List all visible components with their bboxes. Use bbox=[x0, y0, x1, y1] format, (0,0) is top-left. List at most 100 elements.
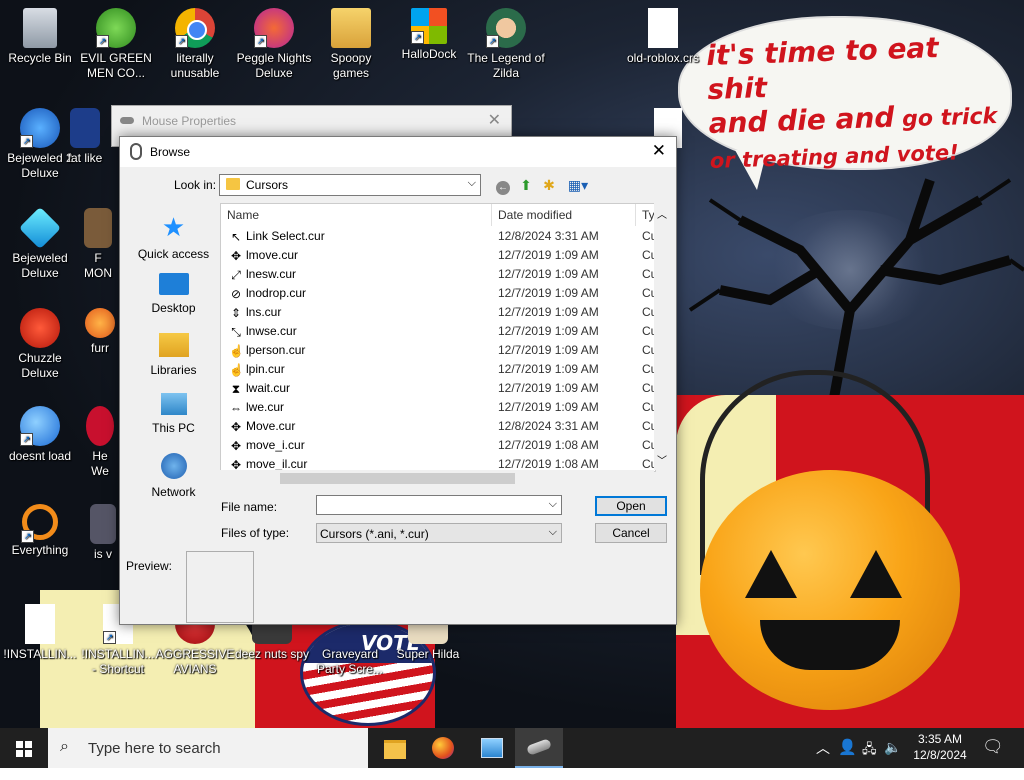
bubble-line-2-small: go trick bbox=[894, 103, 998, 133]
column-separator[interactable] bbox=[635, 204, 636, 226]
notifications-icon[interactable]: 🗨 bbox=[982, 737, 1004, 777]
folder-icon bbox=[226, 178, 240, 190]
column-separator[interactable] bbox=[491, 204, 492, 226]
preview-label: Preview: bbox=[126, 559, 173, 573]
scroll-up-icon[interactable]: ︿ bbox=[657, 206, 667, 221]
cursor-file-icon: ⇕ bbox=[230, 306, 242, 320]
volume-icon[interactable]: 🔈 bbox=[884, 739, 901, 779]
desktop-icon-he-we[interactable]: He We bbox=[82, 406, 118, 479]
place-network[interactable]: Network bbox=[127, 453, 220, 499]
title-bar[interactable]: Browse ✕ bbox=[120, 137, 676, 167]
desktop-icon-recycle-bin[interactable]: Recycle Bin bbox=[0, 8, 80, 66]
start-button[interactable] bbox=[0, 728, 48, 768]
desktop-icon-furr[interactable]: furr bbox=[80, 308, 120, 356]
file-date: 12/7/2019 1:09 AM bbox=[498, 343, 599, 357]
pumpkin-left-eye bbox=[745, 550, 797, 598]
file-row[interactable]: ⇕ lns.cur 12/7/2019 1:09 AM Cu bbox=[221, 303, 655, 322]
file-row[interactable]: ✥ move_i.cur 12/7/2019 1:08 AM Cu bbox=[221, 436, 655, 455]
horizontal-scrollbar[interactable] bbox=[220, 470, 654, 487]
desktop-icon-label: The Legend of Zilda bbox=[467, 51, 545, 80]
desktop-icon-hallodock[interactable]: ↗ HalloDock bbox=[389, 8, 469, 62]
desktop-icon-chuzzle[interactable]: Chuzzle Deluxe bbox=[0, 308, 80, 381]
show-hidden-icons-button[interactable]: ︿ bbox=[816, 738, 830, 778]
column-header-type[interactable]: Ty bbox=[642, 204, 655, 226]
desktop-icon-chrome[interactable]: ↗ literally unusable bbox=[155, 8, 235, 81]
desktop-icon-label: Spoopy games bbox=[330, 51, 372, 80]
scrollbar-thumb[interactable] bbox=[280, 473, 515, 484]
column-header-date[interactable]: Date modified bbox=[498, 204, 572, 226]
desktop-icon-is-v[interactable]: is v bbox=[86, 504, 120, 562]
file-name-input[interactable] bbox=[320, 497, 556, 515]
firefox-icon bbox=[85, 308, 115, 338]
close-button[interactable]: ✕ bbox=[652, 141, 666, 161]
desktop-icon-doesnt-load[interactable]: ↗ doesnt load bbox=[0, 406, 80, 464]
open-button[interactable]: Open bbox=[595, 496, 667, 516]
place-quick-access[interactable]: ★ Quick access bbox=[127, 213, 220, 261]
up-folder-button[interactable]: ⬆ bbox=[518, 177, 534, 193]
file-name: lnwse.cur bbox=[246, 324, 297, 338]
close-button[interactable]: ✕ bbox=[488, 110, 501, 130]
vertical-scrollbar[interactable]: ︿ ﹀ bbox=[654, 203, 671, 470]
file-date: 12/8/2024 3:31 AM bbox=[498, 419, 599, 433]
file-name-field[interactable]: ⌵ bbox=[316, 495, 562, 515]
dialog-title: Browse bbox=[150, 145, 191, 159]
desktop-icon-peggle[interactable]: ↗ Peggle Nights Deluxe bbox=[234, 8, 314, 81]
place-desktop[interactable]: Desktop bbox=[127, 273, 220, 315]
jack-o-lantern bbox=[700, 470, 960, 710]
taskbar-search-box[interactable]: ⌕ Type here to search bbox=[48, 728, 368, 768]
desktop-icon-label: is v bbox=[94, 547, 112, 561]
file-row[interactable]: ⊘ lnodrop.cur 12/7/2019 1:09 AM Cu bbox=[221, 284, 655, 303]
cancel-button[interactable]: Cancel bbox=[595, 523, 667, 543]
desktop-icon-label: literally unusable bbox=[170, 51, 220, 80]
file-name: lnesw.cur bbox=[246, 267, 297, 281]
file-row[interactable]: ↖ Link Select.cur 12/8/2024 3:31 AM Cu bbox=[221, 227, 655, 246]
taskbar-firefox[interactable] bbox=[419, 728, 467, 768]
desktop-icon-old-roblox[interactable]: old-roblox.crs bbox=[623, 8, 703, 66]
character-icon: ↗ bbox=[486, 8, 526, 48]
desktop-icon-zilda[interactable]: ↗ The Legend of Zilda bbox=[466, 8, 546, 81]
new-folder-button[interactable]: ✱ bbox=[541, 177, 557, 193]
desktop-icon-fat-like[interactable]: fat like bbox=[60, 108, 110, 166]
column-header-name[interactable]: Name bbox=[227, 204, 259, 226]
file-date: 12/7/2019 1:09 AM bbox=[498, 362, 599, 376]
tray-user-icon[interactable]: 👤 bbox=[838, 738, 857, 778]
back-button[interactable]: ← bbox=[495, 177, 511, 195]
desktop-icon-label: Bejeweled Deluxe bbox=[12, 251, 68, 280]
place-this-pc[interactable]: This PC bbox=[127, 393, 220, 435]
file-row[interactable]: ☝ lpin.cur 12/7/2019 1:09 AM Cu bbox=[221, 360, 655, 379]
desktop-icon-installing[interactable]: !INSTALLIN... bbox=[0, 604, 80, 662]
clock[interactable]: 3:35 AM 12/8/2024 bbox=[905, 731, 975, 763]
places-bar: ★ Quick access Desktop Libraries This PC… bbox=[127, 203, 220, 499]
desktop-icon-bejeweled[interactable]: Bejeweled Deluxe bbox=[0, 206, 80, 281]
network-icon[interactable]: 🖧 bbox=[862, 740, 877, 780]
file-list: Name Date modified Ty ↖ Link Select.cur 12… bbox=[220, 203, 656, 472]
file-row[interactable]: ✥ lmove.cur 12/7/2019 1:09 AM Cu bbox=[221, 246, 655, 265]
chevron-down-icon[interactable]: ⌵ bbox=[549, 498, 557, 511]
file-date: 12/8/2024 3:31 AM bbox=[498, 229, 599, 243]
desktop-icon-spoopy-games[interactable]: Spoopy games bbox=[311, 8, 391, 81]
file-date: 12/7/2019 1:09 AM bbox=[498, 381, 599, 395]
taskbar-control-panel[interactable] bbox=[467, 728, 515, 768]
file-row[interactable]: ⤡ lnwse.cur 12/7/2019 1:09 AM Cu bbox=[221, 322, 655, 341]
taskbar: ⌕ Type here to search ︿ 👤 🖧 🔈 3:35 AM 12… bbox=[0, 728, 1024, 768]
diamond-icon bbox=[18, 206, 62, 250]
libraries-icon bbox=[158, 333, 189, 357]
files-of-type-dropdown[interactable]: Cursors (*.ani, *.cur) ⌵ bbox=[316, 523, 562, 543]
look-in-dropdown[interactable]: Cursors ⌵ bbox=[219, 174, 481, 196]
view-menu-button[interactable]: ▦▾ bbox=[565, 177, 591, 193]
place-libraries[interactable]: Libraries bbox=[127, 333, 220, 377]
scroll-down-icon[interactable]: ﹀ bbox=[657, 452, 667, 467]
desktop-icon-evil-green-men[interactable]: ↗ EVIL GREEN MEN CO... bbox=[76, 8, 156, 81]
mouse-icon bbox=[130, 143, 142, 160]
taskbar-mouse-properties[interactable] bbox=[515, 728, 563, 768]
file-row[interactable]: ⤢ lnesw.cur 12/7/2019 1:09 AM Cu bbox=[221, 265, 655, 284]
computer-icon bbox=[160, 393, 187, 415]
taskbar-file-explorer[interactable] bbox=[371, 728, 419, 768]
file-row[interactable]: ✥ Move.cur 12/8/2024 3:31 AM Cu bbox=[221, 417, 655, 436]
bubble-line-1: it's time to eat shit bbox=[705, 30, 940, 107]
desktop-icon-everything[interactable]: ↗ Everything bbox=[0, 504, 80, 558]
file-row[interactable]: ☝ lperson.cur 12/7/2019 1:09 AM Cu bbox=[221, 341, 655, 360]
file-row[interactable]: ⧗ lwait.cur 12/7/2019 1:09 AM Cu bbox=[221, 379, 655, 398]
desktop-icon-mon[interactable]: F MON bbox=[78, 208, 118, 281]
file-row[interactable]: ⇔ lwe.cur 12/7/2019 1:09 AM Cu bbox=[221, 398, 655, 417]
